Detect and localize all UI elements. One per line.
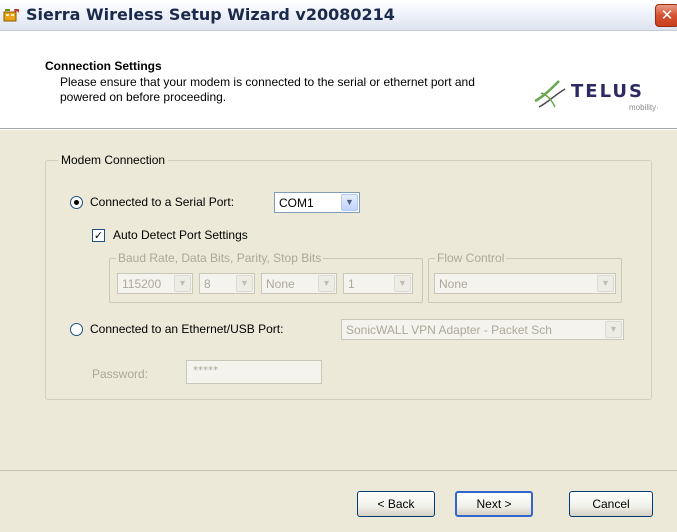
wizard-header: Connection Settings Please ensure that y… xyxy=(0,31,677,129)
serial-port-select[interactable]: COM1 ▼ xyxy=(274,192,360,213)
serial-port-value: COM1 xyxy=(279,196,314,210)
ethernet-adapter-value: SonicWALL VPN Adapter - Packet Sch xyxy=(346,323,552,337)
page-title: Connection Settings xyxy=(45,59,162,73)
logo-wordmark: TELUS xyxy=(571,81,644,102)
wizard-footer: < Back Next > Cancel xyxy=(0,470,677,532)
checkmark-icon: ✓ xyxy=(93,229,104,242)
title-bar[interactable]: Sierra Wireless Setup Wizard v20080214 ✕ xyxy=(0,0,677,31)
port-settings-legend: Baud Rate, Data Bits, Parity, Stop Bits xyxy=(116,251,324,265)
baud-rate-value: 115200 xyxy=(122,277,162,291)
parity-select[interactable]: None ▼ xyxy=(261,273,337,294)
baud-rate-select[interactable]: 115200 ▼ xyxy=(117,273,193,294)
data-bits-select[interactable]: 8 ▼ xyxy=(199,273,255,294)
data-bits-value: 8 xyxy=(204,277,211,291)
flow-control-value: None xyxy=(439,277,468,291)
chevron-down-icon[interactable]: ▼ xyxy=(341,194,358,211)
logo-subtext: mobility· xyxy=(629,103,659,112)
telus-swoosh-icon xyxy=(534,80,566,108)
chevron-down-icon[interactable]: ▼ xyxy=(318,275,335,292)
flow-control-legend: Flow Control xyxy=(435,251,507,265)
modem-connection-legend: Modem Connection xyxy=(58,153,169,167)
close-button[interactable]: ✕ xyxy=(655,4,677,27)
chevron-down-icon[interactable]: ▼ xyxy=(605,321,622,338)
stop-bits-value: 1 xyxy=(348,277,355,291)
chevron-down-icon[interactable]: ▼ xyxy=(597,275,614,292)
serial-port-label[interactable]: Connected to a Serial Port: xyxy=(90,195,234,209)
modem-connection-group: Modem Connection Connected to a Serial P… xyxy=(45,153,652,400)
flow-control-select[interactable]: None ▼ xyxy=(434,273,616,294)
ethernet-adapter-select[interactable]: SonicWALL VPN Adapter - Packet Sch ▼ xyxy=(341,319,624,340)
auto-detect-checkbox[interactable]: ✓ xyxy=(92,229,105,242)
cancel-button[interactable]: Cancel xyxy=(569,491,653,517)
chevron-down-icon[interactable]: ▼ xyxy=(236,275,253,292)
wizard-content: Modem Connection Connected to a Serial P… xyxy=(0,130,677,470)
parity-value: None xyxy=(266,277,295,291)
page-description: Please ensure that your modem is connect… xyxy=(60,75,475,104)
chevron-down-icon[interactable]: ▼ xyxy=(394,275,411,292)
ethernet-port-radio[interactable] xyxy=(70,323,83,336)
password-field[interactable]: ***** xyxy=(186,360,322,384)
flow-control-group: Flow Control None ▼ xyxy=(428,251,622,303)
port-settings-group: Baud Rate, Data Bits, Parity, Stop Bits … xyxy=(109,251,423,303)
password-label: Password: xyxy=(92,367,149,381)
stop-bits-select[interactable]: 1 ▼ xyxy=(343,273,413,294)
auto-detect-label[interactable]: Auto Detect Port Settings xyxy=(113,228,248,242)
close-icon: ✕ xyxy=(660,6,674,24)
ethernet-port-label[interactable]: Connected to an Ethernet/USB Port: xyxy=(90,322,283,336)
back-button[interactable]: < Back xyxy=(357,491,435,517)
telus-logo: TELUS mobility· xyxy=(533,77,668,117)
chevron-down-icon[interactable]: ▼ xyxy=(174,275,191,292)
wizard-app-icon xyxy=(3,9,19,22)
serial-port-radio[interactable] xyxy=(70,196,83,209)
window-title: Sierra Wireless Setup Wizard v20080214 xyxy=(26,5,395,24)
next-button[interactable]: Next > xyxy=(455,491,533,517)
